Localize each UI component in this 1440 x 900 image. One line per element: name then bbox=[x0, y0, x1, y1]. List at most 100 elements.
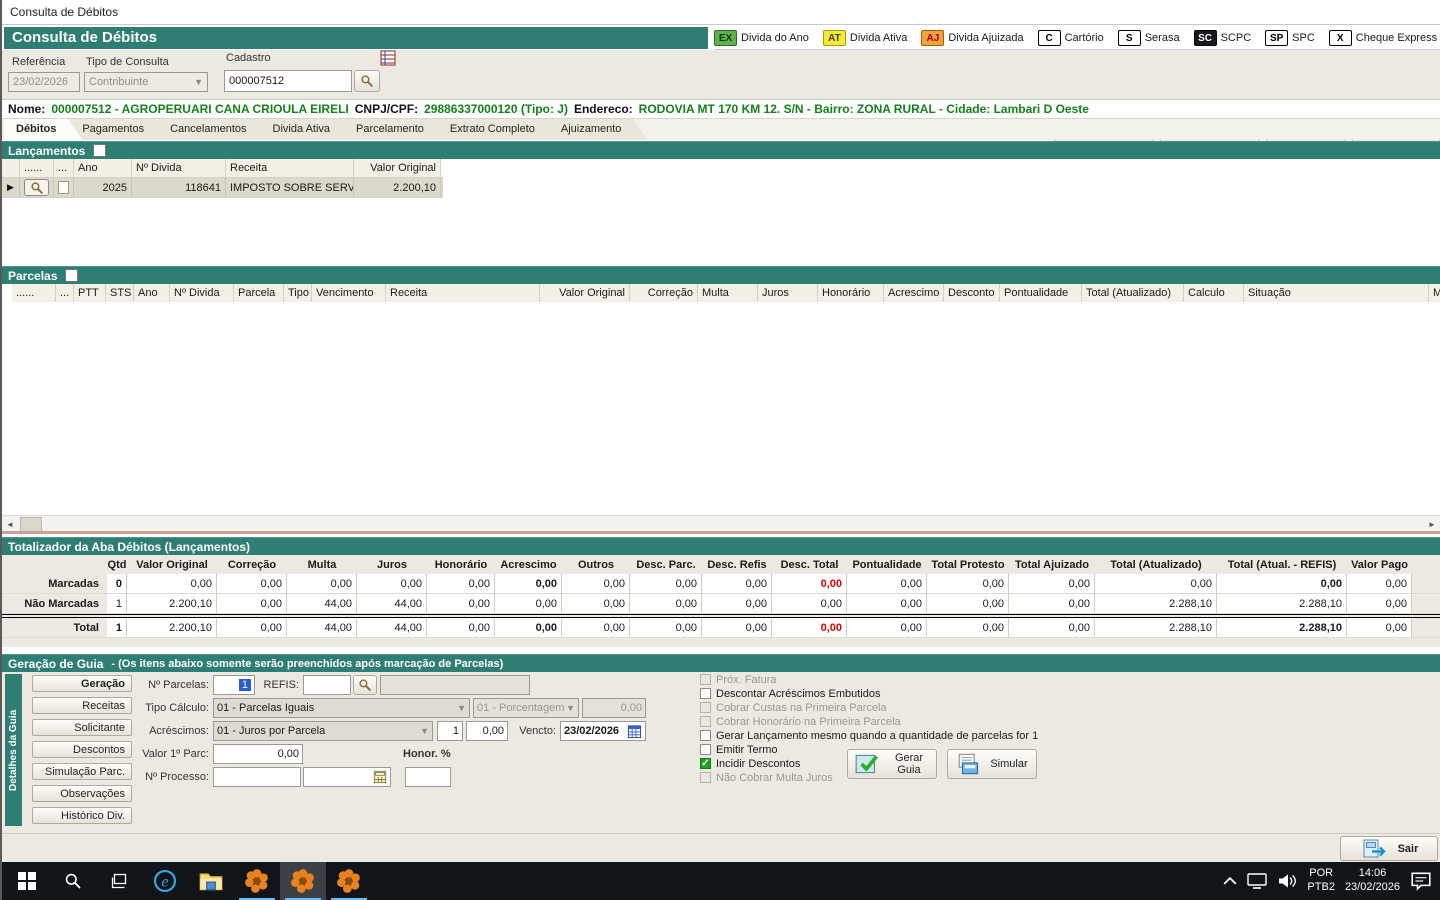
porcentagem-amount-field[interactable]: 0,00 bbox=[582, 698, 646, 718]
lancamentos-table: .........AnoNº DividaReceitaValor Origin… bbox=[2, 159, 1440, 198]
acrescimos-select[interactable]: 01 - Juros por Parcela ▼ bbox=[213, 721, 433, 741]
column-header: Honorário bbox=[427, 555, 495, 574]
guia-side-button-descontos[interactable]: Descontos bbox=[32, 741, 132, 758]
checkbox[interactable] bbox=[700, 744, 711, 755]
value-cell: 0,00 bbox=[1347, 618, 1412, 637]
value-cell: 0,00 bbox=[1009, 594, 1095, 613]
guia-side-button-geracao[interactable]: Geração bbox=[32, 675, 132, 692]
guia-side-button-historico-div[interactable]: Histórico Div. bbox=[32, 807, 132, 824]
taskbar-file-explorer-button[interactable] bbox=[188, 862, 234, 900]
column-header: Pontualidade bbox=[1000, 284, 1082, 302]
processo-input-1[interactable] bbox=[213, 767, 301, 787]
scrollbar-thumb[interactable] bbox=[20, 517, 42, 532]
checkbox[interactable] bbox=[700, 688, 711, 699]
guia-side-button-observacoes[interactable]: Observações bbox=[32, 785, 132, 802]
legend-item-serasa: SSerasa bbox=[1118, 30, 1180, 46]
checkbox-row-incidir-descontos: ✓Incidir Descontos bbox=[700, 757, 1180, 770]
guia-side-button-receitas[interactable]: Receitas bbox=[32, 697, 132, 714]
n-parcelas-input[interactable]: 1 bbox=[213, 675, 255, 695]
checkbox[interactable] bbox=[700, 716, 711, 727]
checkbox[interactable] bbox=[700, 702, 711, 713]
taskbar-windows-start-button[interactable] bbox=[4, 862, 50, 900]
checkbox[interactable]: ✓ bbox=[700, 758, 711, 769]
guia-side-buttons: Geração Receitas Solicitante Descontos Simul… bbox=[32, 675, 132, 824]
taskbar-search-button[interactable] bbox=[50, 862, 96, 900]
guia-side-button-solicitante[interactable]: Solicitante bbox=[32, 719, 132, 736]
processo-input-2[interactable] bbox=[303, 767, 391, 787]
guia-side-button-simulacao-parc[interactable]: Simulação Parc. bbox=[32, 763, 132, 780]
acrescimos-qty-input[interactable]: 1 bbox=[437, 721, 463, 741]
checkbox-label: Descontar Acréscimos Embutidos bbox=[716, 688, 880, 700]
tipo-consulta-select[interactable]: Contribuinte▼ bbox=[84, 72, 208, 92]
acrescimos-amount-input[interactable]: 0,00 bbox=[466, 721, 508, 741]
parcelas-select-all-checkbox[interactable] bbox=[65, 269, 78, 282]
row-marker-icon: ▶ bbox=[2, 178, 20, 197]
legend-item-cheque-express: XCheque Express bbox=[1329, 30, 1437, 46]
honor-input[interactable] bbox=[405, 767, 451, 787]
taskbar-internet-explorer-button[interactable]: e bbox=[142, 862, 188, 900]
refis-input[interactable] bbox=[303, 675, 351, 695]
list-grid-icon[interactable] bbox=[380, 50, 396, 66]
scroll-right-button[interactable]: ► bbox=[1424, 517, 1440, 532]
tab-ajuizamento[interactable]: Ajuizamento bbox=[549, 119, 648, 140]
calendar-icon[interactable] bbox=[627, 724, 642, 739]
valor-primeira-parcela-input[interactable]: 0,00 bbox=[213, 744, 303, 764]
cadastro-search-button[interactable] bbox=[354, 70, 380, 92]
refis-search-button[interactable] bbox=[353, 675, 377, 695]
refis-label: REFIS: bbox=[255, 679, 303, 691]
chevron-down-icon: ▼ bbox=[420, 726, 429, 736]
gerar-guia-button[interactable]: Gerar Guia bbox=[847, 749, 937, 779]
taskbar-task-view-button[interactable] bbox=[96, 862, 142, 900]
tipo-calculo-select[interactable]: 01 - Parcelas Iguais ▼ bbox=[213, 698, 470, 718]
taskbar-app-flower-button[interactable] bbox=[234, 862, 280, 900]
taskbar-app-flower-button[interactable] bbox=[280, 862, 326, 900]
lancamentos-select-all-checkbox[interactable] bbox=[93, 144, 106, 157]
simular-button[interactable]: Simular bbox=[947, 749, 1037, 779]
tab-cancelamentos[interactable]: Cancelamentos bbox=[158, 119, 272, 140]
checkbox[interactable] bbox=[700, 674, 711, 685]
tab-extrato-completo[interactable]: Extrato Completo bbox=[438, 119, 561, 140]
tab-parcelamento[interactable]: Parcelamento bbox=[344, 119, 450, 140]
clock[interactable]: 14:0623/02/2026 bbox=[1345, 867, 1400, 895]
cadastro-input[interactable]: 000007512 bbox=[224, 70, 352, 92]
column-header: ...... bbox=[20, 159, 54, 177]
calculator-icon[interactable] bbox=[373, 770, 387, 784]
notifications-icon[interactable] bbox=[1410, 871, 1432, 891]
column-header: Vencimento bbox=[312, 284, 386, 302]
network-icon[interactable] bbox=[1247, 873, 1267, 889]
checkbox-row-cobrar-custas-na-primeira-parcela: Cobrar Custas na Primeira Parcela bbox=[700, 701, 1180, 714]
checkbox-label: Gerar Lançamento mesmo quando a quantida… bbox=[716, 730, 1038, 742]
parcelas-title: Parcelas bbox=[8, 269, 57, 283]
tab-divida-ativa[interactable]: Divida Ativa bbox=[261, 119, 356, 140]
windows-start-icon bbox=[18, 872, 36, 890]
porcentagem-select[interactable]: 01 - Porcentagem ▼ bbox=[473, 698, 579, 718]
nome-value: 000007512 - AGROPERUARI CANA CRIOULA EIR… bbox=[51, 102, 348, 116]
referencia-field[interactable]: 23/02/2026 bbox=[8, 72, 80, 92]
row-checkbox[interactable] bbox=[58, 181, 69, 194]
cnpj-value: 29886337000120 (Tipo: J) bbox=[424, 102, 568, 116]
column-header: Ano bbox=[134, 284, 170, 302]
table-row[interactable]: ▶2025118641IMPOSTO SOBRE SERVIC2.200,10 bbox=[2, 178, 443, 198]
sair-button[interactable]: Sair bbox=[1340, 836, 1438, 861]
internet-explorer-icon: e bbox=[152, 868, 178, 894]
tab-pagamentos[interactable]: Pagamentos bbox=[70, 119, 170, 140]
row-search-button[interactable] bbox=[24, 179, 49, 196]
totalizador-column-headers: QtdValor OriginalCorreçãoMultaJurosHonor… bbox=[2, 555, 1440, 574]
vencto-date-input[interactable]: 23/02/2026 bbox=[560, 721, 646, 741]
language-indicator[interactable]: PORPTB2 bbox=[1307, 867, 1335, 895]
checkbox-label: Não Cobrar Multa Juros bbox=[716, 772, 833, 784]
scroll-left-button[interactable]: ◄ bbox=[2, 517, 18, 532]
value-cell: 0,00 bbox=[1217, 574, 1347, 593]
app-window: Consulta de Débitos Consulta de Débitos … bbox=[0, 0, 1440, 900]
column-header: Multa bbox=[287, 555, 357, 574]
checkbox[interactable] bbox=[700, 772, 711, 783]
value-cell: 2.288,10 bbox=[1217, 594, 1347, 613]
legend-code-box: AJ bbox=[921, 30, 944, 46]
column-header: Acrescimo bbox=[884, 284, 944, 302]
checkbox[interactable] bbox=[700, 730, 711, 741]
chevron-up-icon[interactable] bbox=[1223, 876, 1237, 886]
system-tray: PORPTB2 14:0623/02/2026 bbox=[1223, 862, 1440, 900]
lancamentos-column-headers: .........AnoNº DividaReceitaValor Origin… bbox=[2, 159, 443, 178]
taskbar-app-flower-button[interactable] bbox=[326, 862, 372, 900]
speaker-icon[interactable] bbox=[1277, 873, 1297, 889]
